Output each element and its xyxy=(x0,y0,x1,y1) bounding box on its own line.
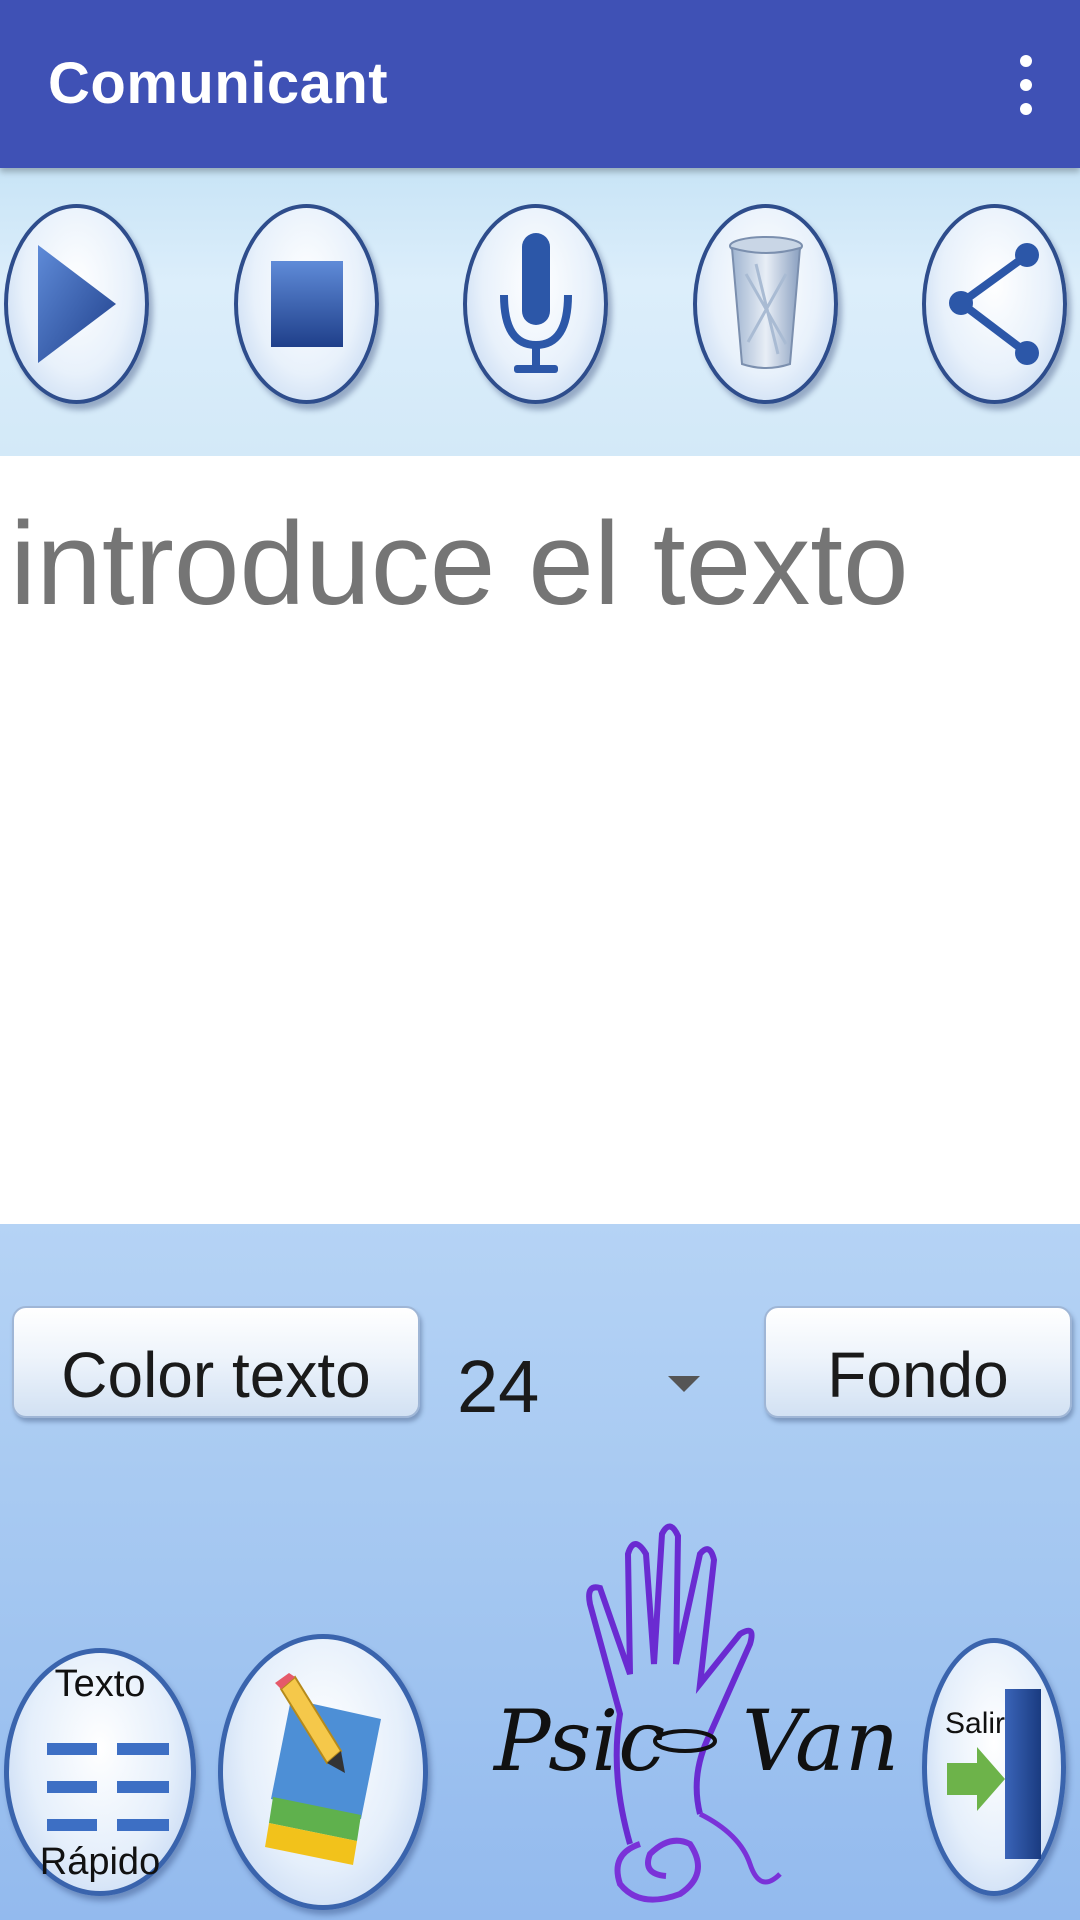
eye-icon xyxy=(653,1729,717,1753)
text-area xyxy=(0,456,1080,1224)
stop-icon xyxy=(270,261,343,347)
exit-door-icon xyxy=(947,1689,1041,1859)
delete-button[interactable] xyxy=(693,204,838,404)
font-size-select[interactable]: 24 xyxy=(455,1334,705,1434)
quick-text-button[interactable]: Texto Rápido xyxy=(4,1648,196,1896)
notes-button[interactable] xyxy=(218,1634,428,1910)
psicovan-logo: Psic Van xyxy=(480,1514,899,1914)
list-icon xyxy=(47,1743,169,1831)
more-vert-icon[interactable] xyxy=(1006,55,1046,115)
share-icon xyxy=(948,243,1039,365)
exit-button[interactable]: Salir xyxy=(922,1638,1066,1896)
stop-button[interactable] xyxy=(234,204,379,404)
app-bar: Comunicant xyxy=(0,0,1080,168)
quick-text-label-top: Texto xyxy=(54,1663,146,1705)
pencil-notes-icon xyxy=(265,1673,381,1865)
logo-text-right: Van xyxy=(742,1692,900,1790)
microphone-icon xyxy=(499,233,572,373)
background-button[interactable]: Fondo xyxy=(764,1306,1072,1418)
share-button[interactable] xyxy=(922,204,1067,404)
play-button[interactable] xyxy=(4,204,149,404)
dropdown-arrow-icon xyxy=(668,1376,700,1392)
play-icon xyxy=(37,245,116,363)
font-size-value: 24 xyxy=(457,1345,540,1428)
logo-text-left: Psic xyxy=(494,1692,666,1790)
text-input[interactable] xyxy=(10,496,1070,632)
trash-icon xyxy=(728,236,803,369)
action-toolbar xyxy=(0,168,1080,456)
microphone-button[interactable] xyxy=(463,204,608,404)
quick-text-label-bottom: Rápido xyxy=(39,1841,161,1883)
bottom-panel: Color texto 24 Fondo Texto Rápido Psic V… xyxy=(0,1224,1080,1920)
app-title: Comunicant xyxy=(48,51,389,116)
text-color-button[interactable]: Color texto xyxy=(12,1306,420,1418)
